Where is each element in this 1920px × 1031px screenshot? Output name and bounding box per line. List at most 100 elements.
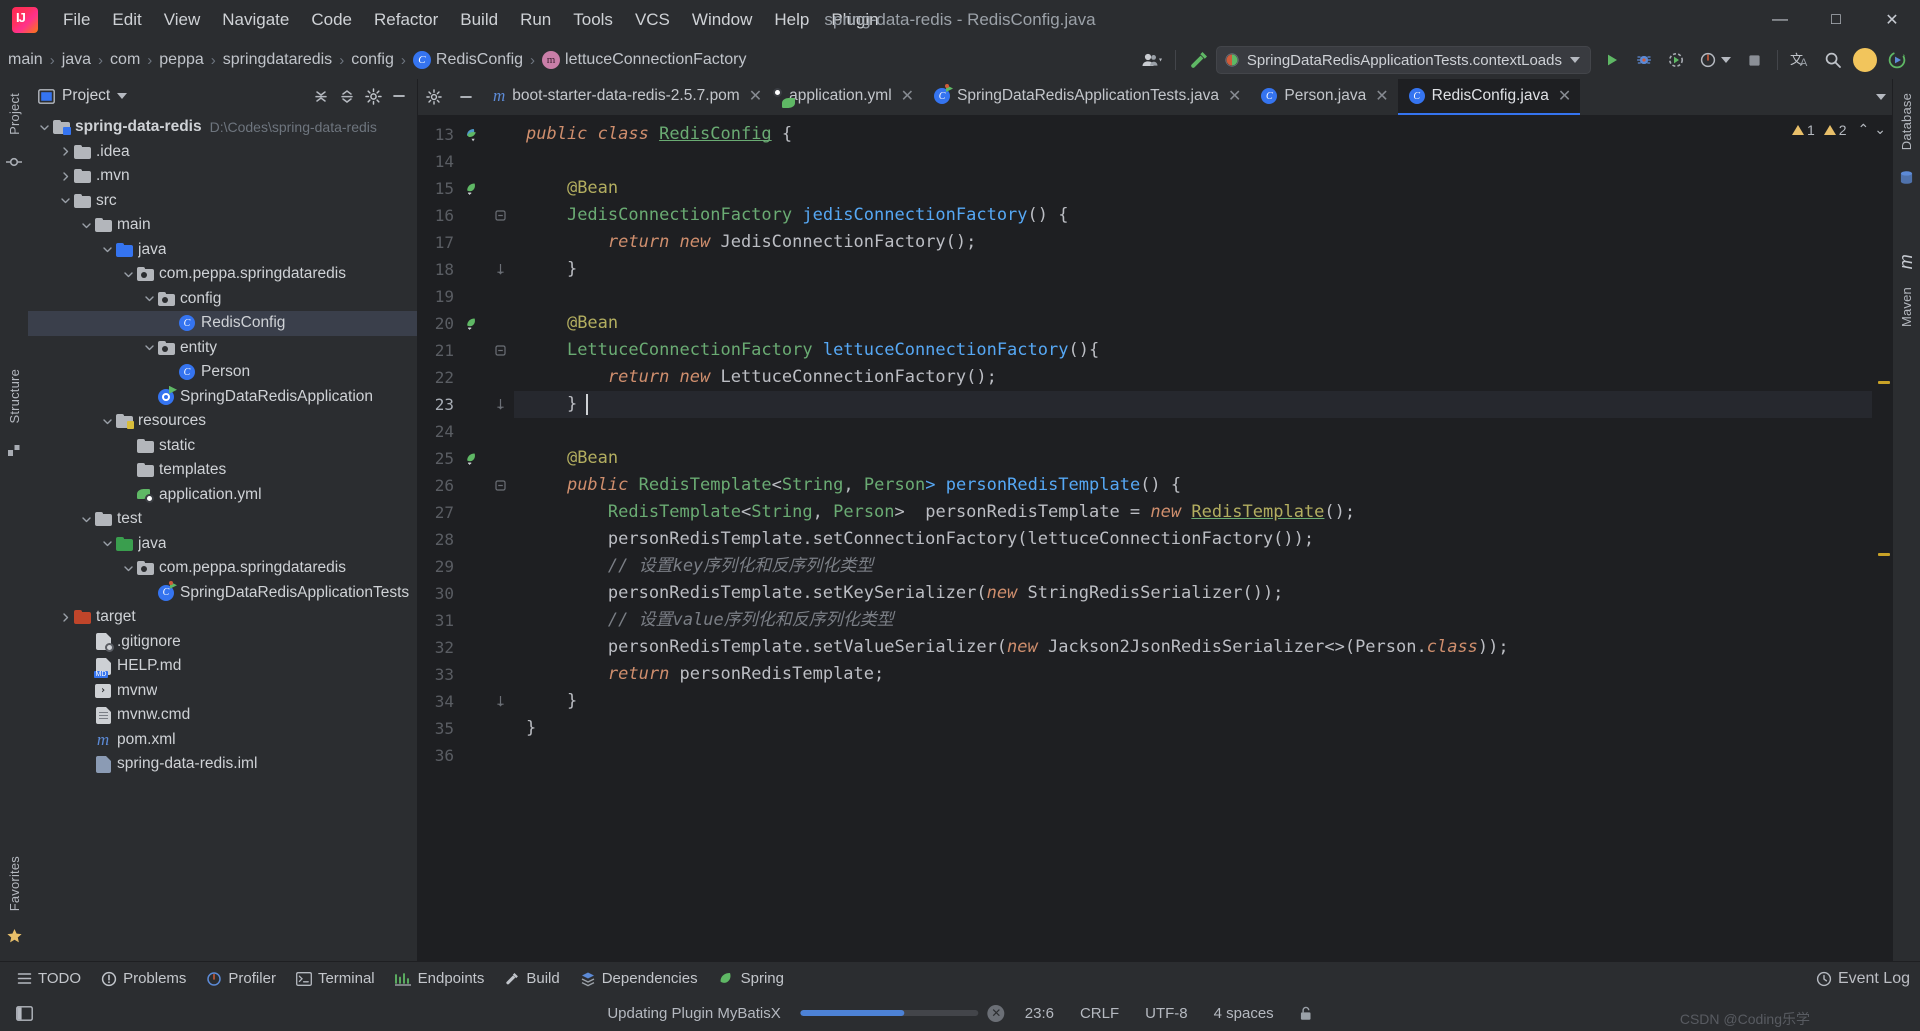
chevron-down-icon[interactable] [1876, 94, 1886, 100]
database-icon[interactable] [1896, 166, 1918, 188]
gutter-line[interactable]: 25 [418, 445, 514, 472]
code-line-27[interactable]: RedisTemplate<String, Person> personRedi… [514, 499, 1892, 526]
code-content[interactable]: public class RedisConfig { @Bean JedisCo… [514, 115, 1892, 961]
account-avatar[interactable] [1850, 45, 1880, 75]
weak-warning-count[interactable]: 2 [1823, 122, 1847, 138]
code-line-19[interactable] [514, 283, 1892, 310]
code-line-24[interactable] [514, 418, 1892, 445]
warning-count[interactable]: 1 [1791, 122, 1815, 138]
menu-item-run[interactable]: Run [509, 6, 562, 34]
chevron-up-icon[interactable]: ⌃ [1858, 121, 1870, 138]
tree-node-pom-xml[interactable]: m pom.xml [28, 728, 417, 753]
chevron-right-icon[interactable] [57, 168, 73, 184]
chevron-down-icon[interactable] [57, 193, 73, 209]
breadcrumb-item-lettuceconnectionfactory[interactable]: m lettuceConnectionFactory [538, 49, 750, 71]
code-line-16[interactable]: JedisConnectionFactory jedisConnectionFa… [514, 202, 1892, 229]
gutter-line[interactable]: 18 [418, 256, 514, 283]
close-icon[interactable]: ✕ [749, 86, 762, 106]
chevron-down-icon[interactable] [99, 536, 115, 552]
gutter-line[interactable]: 33 [418, 661, 514, 688]
menu-item-build[interactable]: Build [449, 6, 509, 34]
updates-icon[interactable] [1882, 45, 1912, 75]
tree-node--idea[interactable]: .idea [28, 140, 417, 165]
gutter-line[interactable]: 20 [418, 310, 514, 337]
tree-node-spring-data-redis-iml[interactable]: spring-data-redis.iml [28, 752, 417, 777]
menu-item-edit[interactable]: Edit [101, 6, 152, 34]
chevron-down-icon[interactable] [36, 119, 52, 135]
show-tool-windows-icon[interactable] [10, 1003, 39, 1024]
search-icon[interactable] [1818, 45, 1848, 75]
tool-tab-database[interactable]: Database [1895, 85, 1918, 158]
code-editor[interactable]: 13 14 15 16 17 18 19 20 21 22 23 24 25 26 27 28 29 30 31 32… [418, 115, 1892, 961]
bottom-tab-spring[interactable]: Spring [709, 966, 793, 991]
tree-node--mvn[interactable]: .mvn [28, 164, 417, 189]
code-line-17[interactable]: return new JedisConnectionFactory(); [514, 229, 1892, 256]
code-fold-close-icon[interactable] [494, 695, 507, 708]
close-icon[interactable]: ✕ [1558, 86, 1571, 106]
bottom-tab-problems[interactable]: Problems [92, 966, 195, 991]
tree-node-help-md[interactable]: MD HELP.md [28, 654, 417, 679]
code-line-20[interactable]: @Bean [514, 310, 1892, 337]
build-hammer-icon[interactable] [1184, 45, 1214, 75]
spring-bean-method-icon[interactable] [461, 180, 483, 197]
chevron-down-icon[interactable] [120, 266, 136, 282]
breadcrumb-item-main[interactable]: main [4, 49, 47, 71]
menu-item-help[interactable]: Help [763, 6, 820, 34]
run-configuration-selector[interactable]: SpringDataRedisApplicationTests.contextL… [1215, 46, 1591, 74]
breadcrumb-item-config[interactable]: config [347, 49, 398, 71]
minimize-icon[interactable]: — [1752, 0, 1808, 41]
code-line-35[interactable]: } [514, 715, 1892, 742]
inspection-scrollbar[interactable] [1872, 115, 1892, 961]
bottom-tab-terminal[interactable]: Terminal [287, 966, 384, 991]
code-fold-open-icon[interactable] [494, 480, 507, 491]
gutter-line[interactable]: 19 [418, 283, 514, 310]
menu-item-vcs[interactable]: VCS [624, 6, 681, 34]
code-line-28[interactable]: personRedisTemplate.setConnectionFactory… [514, 526, 1892, 553]
code-fold-close-icon[interactable] [494, 263, 507, 276]
close-icon[interactable]: ✕ [1228, 86, 1241, 106]
spring-bean-method-icon[interactable] [461, 315, 483, 332]
gutter-line[interactable]: 16 [418, 202, 514, 229]
tree-node-static[interactable]: static [28, 434, 417, 459]
tool-tab-favorites[interactable]: Favorites [3, 848, 26, 919]
bottom-tab-endpoints[interactable]: Endpoints [386, 966, 494, 991]
bottom-tab-build[interactable]: Build [495, 966, 568, 991]
maximize-icon[interactable]: □ [1808, 0, 1864, 41]
tree-node-config[interactable]: config [28, 287, 417, 312]
gutter-line[interactable]: 32 [418, 634, 514, 661]
tool-tab-maven-m[interactable]: m [1892, 246, 1920, 277]
gutter-line[interactable]: 14 [418, 148, 514, 175]
editor-tab-redisconfig-java[interactable]: C RedisConfig.java ✕ [1397, 79, 1581, 115]
code-fold-close-icon[interactable] [494, 398, 507, 411]
editor-gutter[interactable]: 13 14 15 16 17 18 19 20 21 22 23 24 25 26 27 28 29 30 31 32… [418, 115, 514, 961]
spring-bean-method-icon[interactable] [461, 450, 483, 467]
hide-panel-icon[interactable] [387, 84, 411, 108]
event-log-button[interactable]: Event Log [1816, 970, 1920, 988]
tree-node-com-peppa-springdataredis[interactable]: com.peppa.springdataredis [28, 262, 417, 287]
code-line-22[interactable]: return new LettuceConnectionFactory(); [514, 364, 1892, 391]
gutter-line[interactable]: 36 [418, 742, 514, 769]
code-line-23[interactable]: } [514, 391, 1892, 418]
gutter-line[interactable]: 30 [418, 580, 514, 607]
translate-icon[interactable]: 文 A [1786, 45, 1816, 75]
chevron-down-icon[interactable] [99, 242, 115, 258]
chevron-down-icon[interactable] [141, 291, 157, 307]
tree-node-src[interactable]: src [28, 189, 417, 214]
chevron-down-icon[interactable] [1570, 57, 1580, 63]
chevron-right-icon[interactable] [57, 609, 73, 625]
hide-panel-icon[interactable] [450, 79, 482, 115]
chevron-down-icon[interactable] [141, 340, 157, 356]
gutter-line[interactable]: 28 [418, 526, 514, 553]
spring-bean-icon[interactable] [461, 126, 483, 143]
bottom-tab-profiler[interactable]: Profiler [197, 966, 285, 991]
code-line-13[interactable]: public class RedisConfig { [514, 121, 1892, 148]
code-line-18[interactable]: } [514, 256, 1892, 283]
tree-node-redisconfig[interactable]: C RedisConfig [28, 311, 417, 336]
tree-node-entity[interactable]: entity [28, 336, 417, 361]
tree-node-templates[interactable]: templates [28, 458, 417, 483]
file-encoding[interactable]: UTF-8 [1139, 1002, 1194, 1025]
gutter-line[interactable]: 17 [418, 229, 514, 256]
gutter-line[interactable]: 26 [418, 472, 514, 499]
tree-node-application-yml[interactable]: application.yml [28, 483, 417, 508]
code-line-14[interactable] [514, 148, 1892, 175]
